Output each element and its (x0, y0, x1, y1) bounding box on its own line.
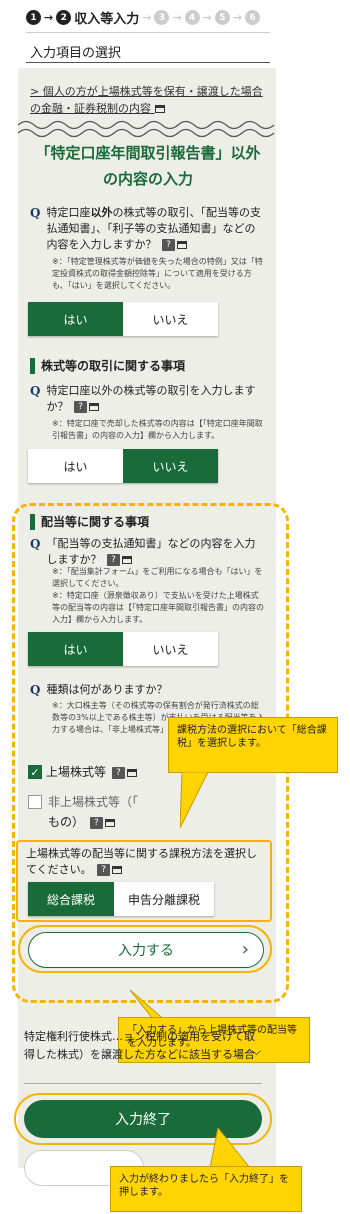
unlisted-stock-label-cont: もの） ? (48, 811, 115, 833)
note: ※：「配当集計フォーム」をご利用になる場合も「はい」を選択してください。 (52, 567, 263, 588)
callout-1: 課税方法の選択において「総合課税」を選択します。 (168, 717, 338, 773)
window-icon (176, 241, 187, 249)
help-icon[interactable]: ? (89, 816, 103, 829)
help-icon[interactable]: ? (97, 864, 111, 876)
question-3: Q 「配当等の支払通知書」などの内容を入力しますか？ ? (30, 537, 256, 566)
listed-stock-label: 上場株式等 ? (46, 761, 137, 783)
yes-button[interactable]: はい (28, 449, 123, 483)
expand-item[interactable]: 特定権利行使株式…ョン税制の適用を受けて取得した株式）を譲渡した方などに該当する… (24, 1028, 260, 1064)
window-icon (104, 818, 115, 827)
step-6: 6 (245, 10, 261, 25)
help-icon[interactable]: ? (161, 239, 175, 251)
no-button[interactable]: いいえ (123, 632, 218, 666)
tax-method-toggle: 総合課税 申告分離課税 (28, 882, 214, 916)
comprehensive-tax-button[interactable]: 総合課税 (28, 882, 114, 916)
window-icon (112, 866, 123, 874)
note: ※：特定口座（源泉徴収あり）で支払いを受けた上場株式等の配当等の内容は【「特定口… (52, 591, 264, 624)
help-icon[interactable]: ? (111, 766, 125, 779)
no-button[interactable]: いいえ (123, 449, 218, 483)
tax-method-question: 上場株式等の配当等に関する課税方法を選択してください。 ? (26, 847, 257, 876)
listed-stock-checkbox[interactable]: ✓ (28, 765, 42, 779)
help-icon[interactable]: ? (106, 554, 120, 566)
callout-3: 入力が終わりましたら「入力終了」を押します。 (110, 1166, 302, 1212)
step-3: 3 (154, 10, 170, 25)
divider (26, 32, 270, 33)
callout-pointer (180, 772, 209, 829)
yes-button[interactable]: はい (28, 632, 123, 666)
step-1: 1 (26, 10, 41, 25)
window-icon (126, 768, 137, 777)
enter-button[interactable]: 入力する › (28, 932, 264, 968)
question-2: Q 特定口座以外の株式等の取引を入力しますか？ ? (30, 384, 256, 413)
window-icon (88, 403, 99, 411)
note: ※：特定口座で売却した株式等の内容は【「特定口座年間取引報告書」の内容の入力】欄… (52, 419, 263, 440)
wave-divider (18, 128, 275, 138)
question-1: Q 特定口座以外の株式等の取引、「配当等の支払通知書」、「利子等の支払通知書」な… (30, 206, 261, 251)
step-5: 5 (214, 10, 230, 25)
unlisted-stock-label: 非上場株式等（「 (48, 795, 139, 809)
divider (24, 1083, 262, 1084)
window-icon (154, 105, 165, 113)
step-2: 2 (56, 10, 72, 25)
question-4: Q 種類は何がありますか？ (30, 683, 168, 697)
step-4: 4 (184, 10, 200, 25)
step-label: 収入等入力 (74, 12, 140, 27)
step-indicator: 1 → 2 収入等入力 → 3 → 4 → 5 → 6 (26, 8, 261, 27)
divider (26, 62, 270, 63)
toggle-q3: はい いいえ (28, 632, 218, 666)
chevron-right-icon: › (241, 939, 249, 960)
unlisted-stock-checkbox[interactable] (28, 795, 42, 809)
section-heading: 配当等に関する事項 (30, 514, 149, 530)
toggle-q1: はい いいえ (28, 302, 218, 336)
chevron-down-icon: ⌵ (252, 1044, 262, 1058)
section-heading: 株式等の取引に関する事項 (30, 358, 185, 374)
tax-info-link[interactable]: > 個人の方が上場株式等を保有・譲渡した場合の金融・証券税制の内容 (30, 83, 270, 117)
help-icon[interactable]: ? (73, 401, 87, 413)
page-heading: 「特定口座年間取引報告書」以外の内容の入力 (35, 144, 261, 188)
yes-button[interactable]: はい (28, 302, 123, 336)
window-icon (121, 556, 132, 564)
no-button[interactable]: いいえ (123, 302, 218, 336)
section-title: 入力項目の選択 (30, 46, 122, 61)
note: ※：「特定管理株式等が価値を失った場合の特例」又は「特定投資株式の取得金額控除等… (52, 257, 263, 290)
toggle-q2: はい いいえ (28, 449, 218, 483)
separate-tax-button[interactable]: 申告分離課税 (114, 882, 214, 916)
